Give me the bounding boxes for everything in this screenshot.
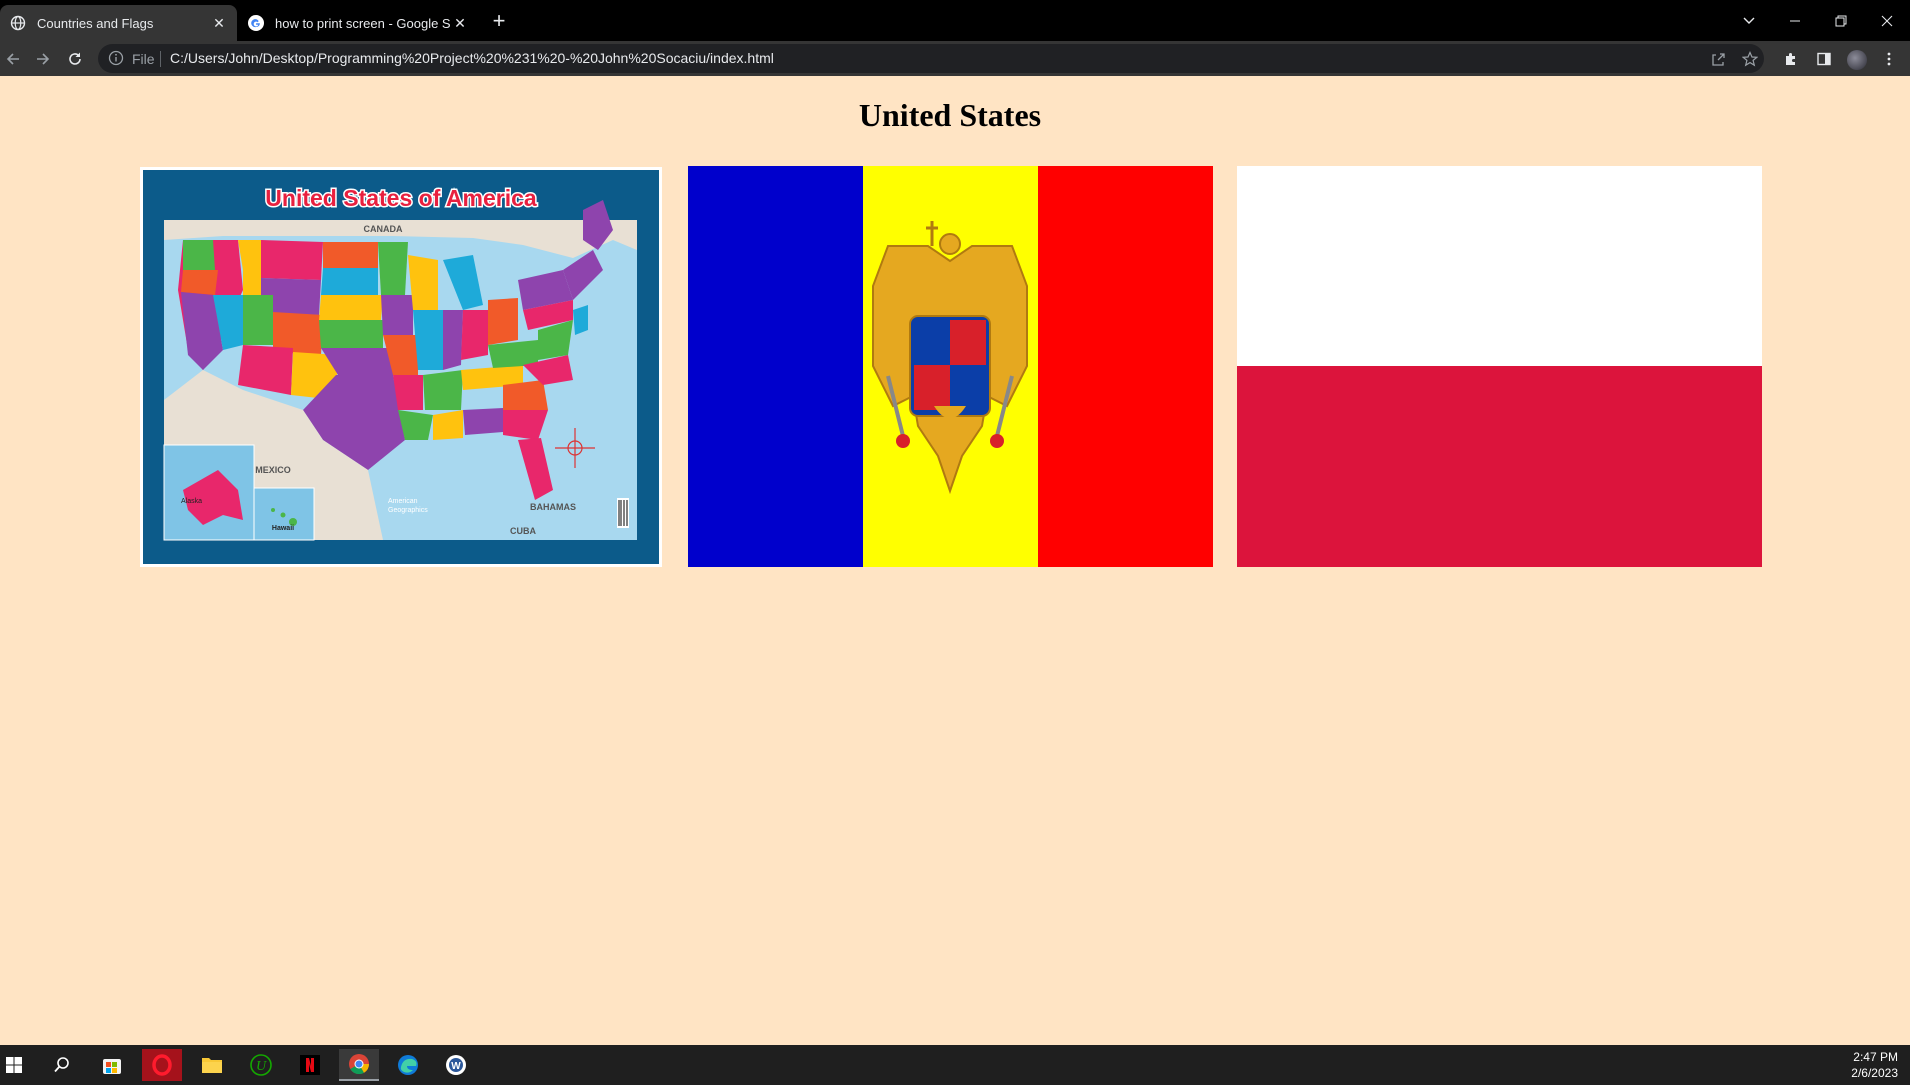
close-window-icon[interactable] bbox=[1864, 0, 1910, 41]
file-explorer-icon[interactable] bbox=[192, 1049, 232, 1081]
google-icon bbox=[248, 15, 264, 31]
map-label-canada: CANADA bbox=[364, 224, 403, 234]
tab-countries-and-flags[interactable]: Countries and Flags ✕ bbox=[0, 5, 237, 41]
svg-text:W: W bbox=[451, 1061, 461, 1072]
close-tab-icon[interactable]: ✕ bbox=[450, 13, 470, 33]
restore-icon[interactable] bbox=[1818, 0, 1864, 41]
forward-icon[interactable] bbox=[30, 46, 56, 72]
us-map-image: United States of America CANADA MEXICO B… bbox=[140, 167, 662, 567]
clock-date: 2/6/2023 bbox=[1851, 1066, 1898, 1080]
chrome-icon[interactable] bbox=[339, 1049, 379, 1081]
map-title: United States of America bbox=[265, 185, 537, 211]
svg-text:U: U bbox=[256, 1059, 267, 1074]
map-label-hawaii: Hawaii bbox=[272, 525, 294, 532]
tab-search-chevron-icon[interactable] bbox=[1726, 0, 1772, 41]
page-heading: United States bbox=[858, 97, 1042, 133]
info-icon[interactable] bbox=[108, 50, 124, 66]
side-panel-icon[interactable] bbox=[1811, 46, 1837, 72]
word-icon[interactable]: W bbox=[436, 1049, 476, 1081]
edge-icon[interactable] bbox=[388, 1049, 428, 1081]
address-bar[interactable]: File C:/Users/John/Desktop/Programming%2… bbox=[98, 44, 1764, 73]
tab-title: how to print screen - Google Sea bbox=[275, 15, 450, 31]
page-content: United States United States of America C… bbox=[0, 76, 1910, 1045]
search-icon[interactable] bbox=[42, 1049, 82, 1081]
reload-icon[interactable] bbox=[62, 46, 88, 72]
url-text[interactable]: C:/Users/John/Desktop/Programming%20Proj… bbox=[170, 50, 774, 66]
map-brand-line2: Geographics bbox=[388, 507, 428, 514]
tab-google-search[interactable]: how to print screen - Google Sea ✕ bbox=[238, 5, 478, 41]
upwork-icon[interactable]: U bbox=[241, 1049, 281, 1081]
poland-flag-image bbox=[1237, 166, 1762, 567]
opera-icon[interactable] bbox=[142, 1049, 182, 1081]
romania-flag-image bbox=[688, 166, 1213, 567]
tab-title: Countries and Flags bbox=[37, 15, 154, 31]
tab-bar: Countries and Flags ✕ how to print scree… bbox=[0, 0, 1910, 41]
close-tab-icon[interactable]: ✕ bbox=[209, 13, 229, 33]
windows-start-icon[interactable] bbox=[0, 1049, 34, 1081]
system-clock[interactable]: 2:47 PM 2/6/2023 bbox=[1851, 1049, 1898, 1081]
more-menu-icon[interactable] bbox=[1876, 46, 1902, 72]
map-label-bahamas: BAHAMAS bbox=[530, 502, 576, 512]
minimize-icon[interactable] bbox=[1772, 0, 1818, 41]
map-label-alaska: Alaska bbox=[181, 498, 202, 505]
map-brand-line1: American bbox=[388, 498, 418, 505]
browser-toolbar: File C:/Users/John/Desktop/Programming%2… bbox=[0, 41, 1910, 76]
microsoft-store-icon[interactable] bbox=[92, 1049, 132, 1081]
new-tab-icon[interactable]: + bbox=[487, 8, 511, 33]
map-label-cuba: CUBA bbox=[510, 526, 536, 536]
map-label-mexico: MEXICO bbox=[255, 465, 291, 475]
clock-time: 2:47 PM bbox=[1853, 1050, 1898, 1064]
netflix-icon[interactable] bbox=[290, 1049, 330, 1081]
protocol-label: File bbox=[132, 51, 155, 67]
divider bbox=[160, 51, 161, 67]
back-icon[interactable] bbox=[0, 46, 26, 72]
window-controls bbox=[1726, 0, 1910, 41]
bookmark-star-icon[interactable] bbox=[1740, 49, 1760, 69]
share-icon[interactable] bbox=[1708, 49, 1728, 69]
profile-avatar[interactable] bbox=[1847, 50, 1867, 70]
windows-taskbar: U W 2:47 PM 2/6/2023 bbox=[0, 1045, 1910, 1085]
extensions-icon[interactable] bbox=[1778, 46, 1804, 72]
globe-icon bbox=[10, 15, 26, 31]
